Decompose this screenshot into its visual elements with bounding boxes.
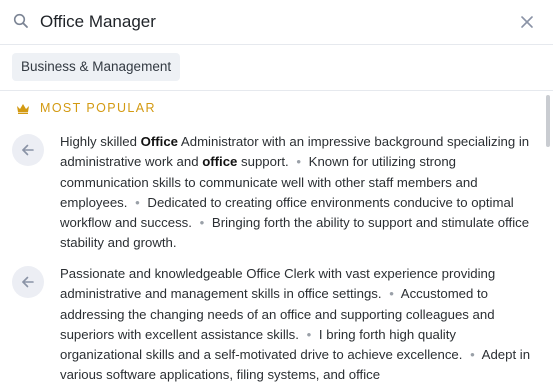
scrollbar-thumb[interactable]: [546, 95, 550, 147]
arrow-left-icon: [22, 144, 34, 156]
highlight-keyword: office: [202, 154, 238, 170]
phrase-text[interactable]: Passionate and knowledgeable Office Cler…: [60, 264, 532, 386]
bullet-separator: •: [199, 215, 205, 231]
bullet-separator: •: [306, 326, 312, 342]
crown-icon: [17, 104, 29, 114]
section-title: MOST POPULAR: [40, 101, 156, 115]
close-icon[interactable]: [519, 14, 535, 30]
text-segment: support.: [237, 154, 289, 170]
category-chip[interactable]: Business & Management: [12, 53, 181, 81]
text-segment: Highly skilled: [60, 134, 141, 149]
bullet-separator: •: [389, 286, 394, 302]
phrase-text[interactable]: Highly skilled Office Administrator with…: [60, 132, 532, 254]
add-phrase-button[interactable]: [12, 266, 44, 298]
bullet-separator: •: [135, 194, 140, 210]
add-phrase-button[interactable]: [12, 134, 44, 166]
highlight-keyword: Office: [140, 134, 178, 149]
bullet-separator: •: [296, 154, 301, 170]
search-icon: [13, 13, 28, 28]
bullet-separator: •: [470, 347, 475, 363]
arrow-left-icon: [22, 276, 34, 288]
search-bar: [0, 0, 553, 45]
search-input[interactable]: [40, 8, 500, 36]
filter-row: Business & Management: [0, 45, 553, 91]
